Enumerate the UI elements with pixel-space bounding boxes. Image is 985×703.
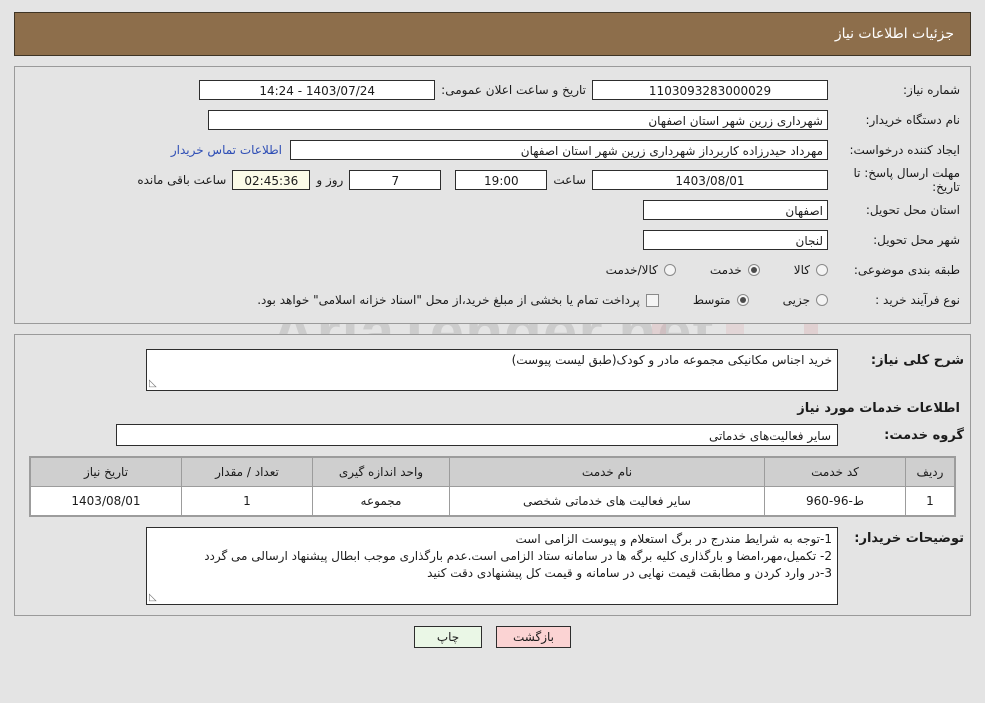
remaining-suffix-label: ساعت باقی مانده <box>137 173 227 187</box>
col-header-unit: واحد اندازه گیری <box>312 457 450 487</box>
need-details-panel: شرح کلی نیاز: خرید اجناس مکانیکی مجموعه … <box>14 334 971 616</box>
buyer-notes-label: توضیحات خریدار: <box>854 531 964 546</box>
row-service-group: گروه خدمت: سایر فعالیت‌های خدماتی <box>21 422 964 454</box>
cell-radif: 1 <box>905 486 955 516</box>
city-value: لنجان <box>643 230 828 250</box>
resize-grip-icon[interactable]: ◺ <box>149 379 159 389</box>
service-group-value: سایر فعالیت‌های خدماتی <box>116 424 838 446</box>
page-header: جزئیات اطلاعات نیاز <box>14 12 971 56</box>
province-value: اصفهان <box>643 200 828 220</box>
process-radio-group: جزیی متوسط <box>659 293 828 307</box>
need-description-value: خرید اجناس مکانیکی مجموعه مادر و کودک(طب… <box>511 353 832 367</box>
deadline-time-label: ساعت <box>553 173 586 187</box>
col-header-need-date: تاریخ نیاز <box>30 457 182 487</box>
category-option-kala[interactable]: کالا <box>794 263 828 277</box>
process-label: نوع فرآیند خرید : <box>875 293 960 307</box>
treasury-note-row: پرداخت تمام یا بخشی از مبلغ خرید،از محل … <box>257 293 659 307</box>
deadline-label: مهلت ارسال پاسخ: تا تاریخ: <box>853 166 960 194</box>
city-label: شهر محل تحویل: <box>873 233 960 247</box>
row-deadline: مهلت ارسال پاسخ: تا تاریخ: 1403/08/01 سا… <box>21 165 964 195</box>
services-section-title: اطلاعات خدمات مورد نیاز <box>797 401 960 416</box>
category-option-khedmat[interactable]: خدمت <box>710 263 760 277</box>
cell-need-date: 1403/08/01 <box>30 486 182 516</box>
cell-unit: مجموعه <box>312 486 450 516</box>
col-header-service-name: نام خدمت <box>449 457 765 487</box>
footer-button-bar: بازگشت چاپ <box>0 626 985 648</box>
deadline-time-value: 19:00 <box>455 170 548 190</box>
need-description-label: شرح کلی نیاز: <box>870 353 964 368</box>
process-option-label: متوسط <box>692 293 731 307</box>
radio-icon[interactable] <box>816 264 828 276</box>
category-label: طبقه بندی موضوعی: <box>853 263 960 277</box>
resize-grip-icon[interactable]: ◺ <box>149 593 159 603</box>
process-option-jozei[interactable]: جزیی <box>783 293 828 307</box>
creator-label: ایجاد کننده درخواست: <box>849 143 960 157</box>
buyer-note-line: 2- تکمیل،مهر،امضا و بارگذاری کلیه برگه ه… <box>204 549 832 563</box>
buyer-contact-link[interactable]: اطلاعات تماس خریدار <box>163 143 290 157</box>
table-header-row: ردیف کد خدمت نام خدمت واحد اندازه گیری ت… <box>30 457 955 487</box>
radio-icon[interactable] <box>747 264 760 276</box>
col-header-radif: ردیف <box>905 457 955 487</box>
page-title: جزئیات اطلاعات نیاز <box>834 26 954 42</box>
row-creator: ایجاد کننده درخواست: مهرداد حیدرزاده کار… <box>21 135 964 165</box>
category-option-label: کالا <box>793 263 810 277</box>
category-option-label: کالا/خدمت <box>605 263 658 277</box>
announce-datetime-value: 14:24 - 1403/07/24 <box>199 80 436 100</box>
category-radio-group: کالا خدمت کالا/خدمت <box>572 263 828 277</box>
province-label: استان محل تحویل: <box>865 203 960 217</box>
row-buyer-org: نام دستگاه خریدار: شهرداری زرین شهر استا… <box>21 105 964 135</box>
radio-icon[interactable] <box>736 294 749 306</box>
radio-icon[interactable] <box>816 294 828 306</box>
buyer-org-label: نام دستگاه خریدار: <box>865 113 961 127</box>
row-category: طبقه بندی موضوعی: کالا خدمت کالا/خدمت <box>21 255 964 285</box>
days-and-label: روز و <box>316 173 344 187</box>
buyer-org-value: شهرداری زرین شهر استان اصفهان <box>208 110 828 130</box>
buyer-note-line: 1-توجه به شرایط مندرج در برگ استعلام و پ… <box>515 532 832 546</box>
treasury-note-label: پرداخت تمام یا بخشی از مبلغ خرید،از محل … <box>257 293 640 307</box>
category-option-kala-khedmat[interactable]: کالا/خدمت <box>606 263 676 277</box>
row-need-number: شماره نیاز: 1103093283000029 تاریخ و ساع… <box>21 75 964 105</box>
services-table-wrapper: ردیف کد خدمت نام خدمت واحد اندازه گیری ت… <box>29 456 956 517</box>
services-table: ردیف کد خدمت نام خدمت واحد اندازه گیری ت… <box>30 457 955 516</box>
remaining-clock-value: 02:45:36 <box>232 170 311 190</box>
cell-service-code: ط-96-960 <box>764 486 906 516</box>
need-number-label: شماره نیاز: <box>903 83 960 97</box>
creator-value: مهرداد حیدرزاده کاربرداز شهرداری زرین شه… <box>290 140 828 160</box>
need-number-value: 1103093283000029 <box>592 80 828 100</box>
cell-service-name: سایر فعالیت های خدماتی شخصی <box>449 486 765 516</box>
print-button[interactable]: چاپ <box>414 626 482 648</box>
deadline-date-value: 1403/08/01 <box>592 170 828 190</box>
buyer-notes-textarea[interactable]: 1-توجه به شرایط مندرج در برگ استعلام و پ… <box>146 527 838 605</box>
need-info-panel: شماره نیاز: 1103093283000029 تاریخ و ساع… <box>14 66 971 324</box>
announce-datetime-label: تاریخ و ساعت اعلان عمومی: <box>441 83 586 97</box>
row-city: شهر محل تحویل: لنجان <box>21 225 964 255</box>
row-buyer-notes: توضیحات خریدار: 1-توجه به شرایط مندرج در… <box>21 523 964 607</box>
remaining-days-value: 7 <box>349 170 442 190</box>
category-option-label: خدمت <box>709 263 742 277</box>
cell-quantity: 1 <box>181 486 313 516</box>
col-header-quantity: تعداد / مقدار <box>181 457 313 487</box>
treasury-checkbox[interactable] <box>645 293 659 307</box>
back-button[interactable]: بازگشت <box>496 626 571 648</box>
service-group-label: گروه خدمت: <box>884 427 964 443</box>
buyer-note-line: 3-در وارد کردن و مطابقت قیمت نهایی در سا… <box>427 566 832 580</box>
need-description-textarea[interactable]: خرید اجناس مکانیکی مجموعه مادر و کودک(طب… <box>146 349 838 391</box>
table-row: 1 ط-96-960 سایر فعالیت های خدماتی شخصی م… <box>30 486 955 516</box>
radio-icon[interactable] <box>663 264 676 276</box>
row-process: نوع فرآیند خرید : جزیی متوسط پرداخت تمام… <box>21 285 964 315</box>
process-option-label: جزیی <box>782 293 810 307</box>
col-header-service-code: کد خدمت <box>764 457 906 487</box>
row-need-description: شرح کلی نیاز: خرید اجناس مکانیکی مجموعه … <box>21 345 964 393</box>
row-province: استان محل تحویل: اصفهان <box>21 195 964 225</box>
process-option-motevaset[interactable]: متوسط <box>693 293 749 307</box>
